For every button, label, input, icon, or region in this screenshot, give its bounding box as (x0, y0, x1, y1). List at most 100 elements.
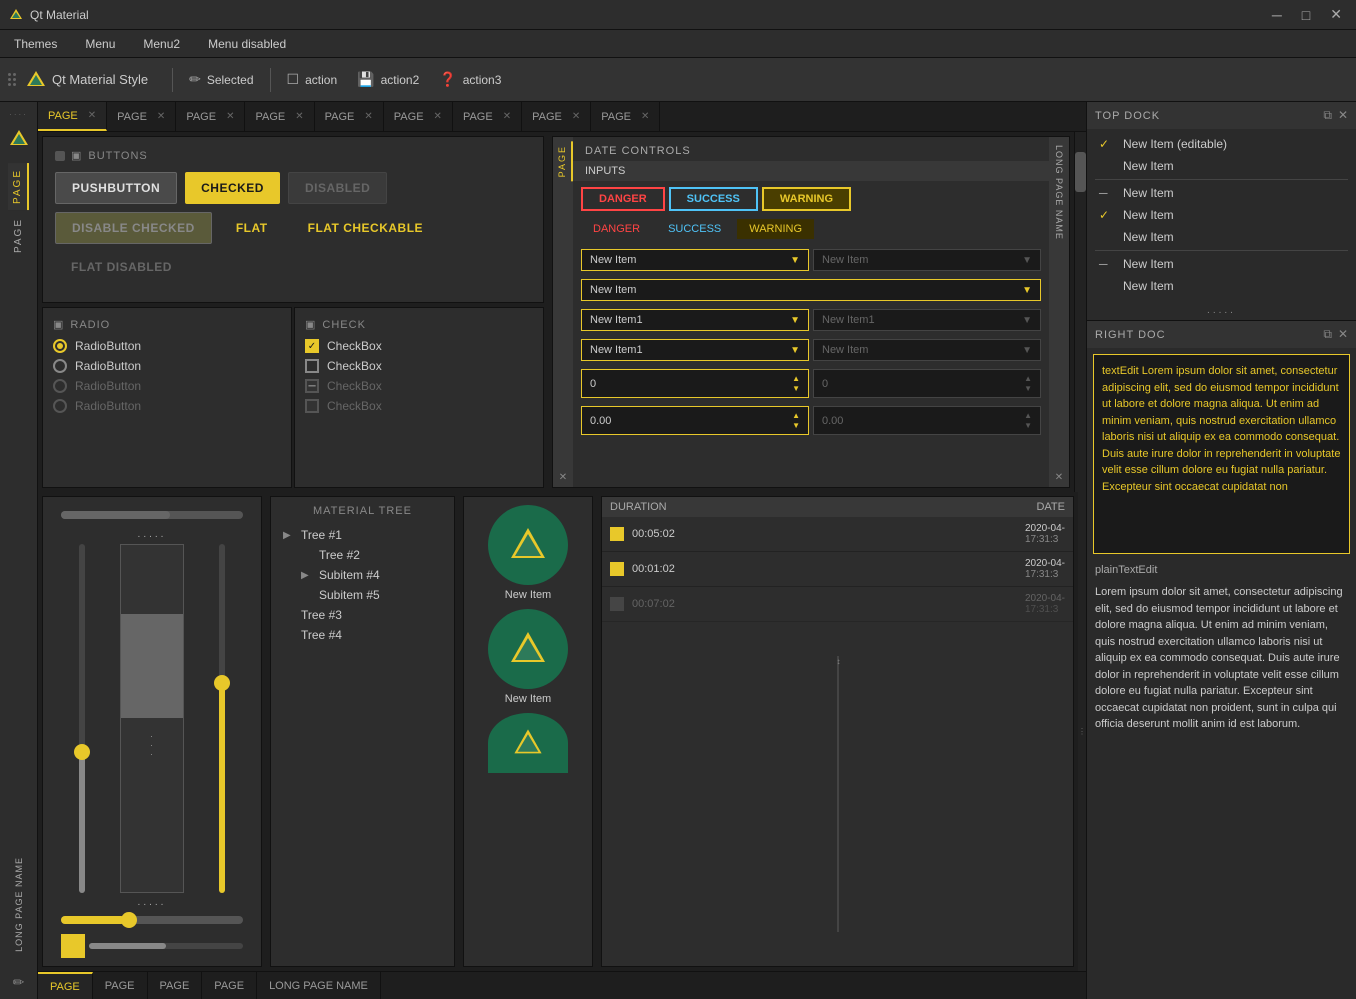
top-scrollbar-thumb[interactable] (1075, 152, 1086, 192)
spinbox-1-up[interactable]: ▲ (792, 374, 800, 384)
resize-handle-v[interactable]: ↕ (837, 656, 839, 931)
menu-menu[interactable]: Menu (79, 33, 121, 55)
toolbar-action-action[interactable]: ☐ action (279, 67, 346, 92)
combo-3[interactable]: New Item1 ▼ (581, 309, 809, 331)
menu-themes[interactable]: Themes (8, 33, 63, 55)
tab-page-4[interactable]: PAGE ✕ (245, 102, 314, 131)
icon-card-3[interactable] (488, 713, 568, 773)
date-vtab-long-label[interactable]: LONG PAGE NAME (1050, 141, 1068, 244)
disable-checked-button[interactable]: DISABLE CHECKED (55, 212, 212, 244)
bottom-tab-page-2[interactable]: PAGE (93, 972, 148, 999)
tree-item-5[interactable]: Tree #3 (279, 605, 446, 625)
tree-item-3[interactable]: ▶ Subitem #4 (297, 565, 446, 585)
tab-close-4[interactable]: ✕ (295, 111, 303, 122)
tree-item-6[interactable]: Tree #4 (279, 625, 446, 645)
close-button[interactable]: ✕ (1324, 4, 1348, 25)
combo-1[interactable]: New Item ▼ (581, 249, 809, 271)
duration-check-2[interactable] (610, 562, 624, 576)
toolbar-action-action3[interactable]: ❓ action3 (431, 67, 509, 92)
radio-item-1[interactable]: RadioButton (53, 339, 281, 353)
badge-success-1[interactable]: SUCCESS (669, 187, 758, 211)
tab-close-5[interactable]: ✕ (364, 111, 372, 122)
tab-page-5[interactable]: PAGE ✕ (315, 102, 384, 131)
vslider-1-track[interactable] (79, 544, 85, 893)
left-nav-edit-icon[interactable]: ✏ (4, 974, 33, 991)
duration-check-1[interactable] (610, 527, 624, 541)
badge-warning-1[interactable]: WARNING (762, 187, 851, 211)
tree-expand-1[interactable]: ▶ (283, 530, 295, 541)
color-hslider[interactable] (89, 943, 243, 949)
vslider-2-thumb[interactable] (214, 675, 230, 691)
tab-page-8[interactable]: PAGE ✕ (522, 102, 591, 131)
hslider-thumb-2[interactable] (121, 912, 137, 928)
tree-item-4[interactable]: Subitem #5 (297, 585, 446, 605)
tab-page-2[interactable]: PAGE ✕ (107, 102, 176, 131)
duration-row-1[interactable]: 00:05:02 2020-04- 17:31:3 (602, 517, 1073, 552)
tab-close-8[interactable]: ✕ (572, 111, 580, 122)
list-item-5[interactable]: New Item (1087, 226, 1356, 248)
date-vtab-page-label[interactable]: PAGE (553, 141, 573, 181)
list-item-2[interactable]: New Item (1087, 155, 1356, 177)
left-vtab-page-2[interactable]: PAGE (9, 212, 28, 259)
list-item-1[interactable]: ✓ New Item (editable) (1087, 133, 1356, 155)
bottom-tab-page-3[interactable]: PAGE (148, 972, 203, 999)
spinbox-2-btns[interactable]: ▲ ▼ (792, 411, 800, 430)
maximize-button[interactable]: □ (1296, 4, 1316, 25)
hslider-track-2[interactable] (61, 916, 243, 924)
radio-item-2[interactable]: RadioButton (53, 359, 281, 373)
left-vtab-long[interactable]: LONG PAGE NAME (10, 851, 28, 958)
resize-handle-h[interactable]: ⋮ (1078, 492, 1086, 971)
spinbox-2[interactable]: 0.00 ▲ ▼ (581, 406, 809, 435)
flat-checkable-button[interactable]: FLAT CHECKABLE (292, 212, 439, 244)
bottom-tab-long[interactable]: LONG PAGE NAME (257, 972, 381, 999)
checkbox-1[interactable]: ✓ (305, 339, 319, 353)
checkbox-2[interactable] (305, 359, 319, 373)
tab-close-7[interactable]: ✕ (503, 111, 511, 122)
bottom-tab-page-1[interactable]: PAGE (38, 972, 93, 999)
minimize-button[interactable]: ─ (1266, 4, 1288, 25)
left-vtab-page-1[interactable]: PAGE (8, 163, 29, 210)
tab-close-6[interactable]: ✕ (434, 111, 442, 122)
doc-close-icon[interactable]: ✕ (1338, 327, 1348, 342)
vslider-1-thumb[interactable] (74, 744, 90, 760)
tab-close-1[interactable]: ✕ (88, 110, 96, 121)
tab-page-6[interactable]: PAGE ✕ (384, 102, 453, 131)
text-edit-area[interactable]: textEdit Lorem ipsum dolor sit amet, con… (1093, 354, 1350, 554)
radio-circle-2[interactable] (53, 359, 67, 373)
doc-float-icon[interactable]: ⧉ (1323, 327, 1332, 342)
icon-card-1[interactable] (488, 505, 568, 585)
bottom-tab-page-4[interactable]: PAGE (202, 972, 257, 999)
spinbox-1[interactable]: 0 ▲ ▼ (581, 369, 809, 398)
list-item-3[interactable]: ─ New Item (1087, 182, 1356, 204)
plain-text-area[interactable]: Lorem ipsum dolor sit amet, consectetur … (1087, 580, 1356, 737)
icon-card-2[interactable] (488, 609, 568, 689)
tree-item-1[interactable]: ▶ Tree #1 (279, 525, 446, 545)
vscroll-1-thumb[interactable] (121, 614, 182, 718)
vslider-2-track[interactable] (219, 544, 225, 893)
tree-item-2[interactable]: Tree #2 (297, 545, 446, 565)
date-vtab-close-bottom[interactable]: ✕ (1055, 472, 1063, 483)
checked-button[interactable]: CHECKED (185, 172, 280, 204)
tab-page-9[interactable]: PAGE ✕ (591, 102, 660, 131)
tab-close-2[interactable]: ✕ (157, 111, 165, 122)
duration-row-2[interactable]: 00:01:02 2020-04- 17:31:3 (602, 552, 1073, 587)
list-item-7[interactable]: New Item (1087, 275, 1356, 297)
hslider-track-1[interactable] (61, 511, 243, 519)
vscroll-1[interactable]: ··· (120, 544, 183, 893)
menu-disabled[interactable]: Menu disabled (202, 33, 292, 55)
spinbox-2-down[interactable]: ▼ (792, 421, 800, 431)
list-item-6[interactable]: ─ New Item (1087, 253, 1356, 275)
text-edit-content[interactable]: textEdit Lorem ipsum dolor sit amet, con… (1102, 365, 1340, 493)
tab-page-7[interactable]: PAGE ✕ (453, 102, 522, 131)
dock-close-icon[interactable]: ✕ (1338, 108, 1348, 123)
radio-circle-1[interactable] (53, 339, 67, 353)
badge-danger-1[interactable]: DANGER (581, 187, 665, 211)
pushbutton[interactable]: PUSHBUTTON (55, 172, 177, 204)
tab-page-1[interactable]: PAGE ✕ (38, 102, 107, 131)
top-scrollbar[interactable] (1074, 132, 1086, 492)
tab-page-3[interactable]: PAGE ✕ (176, 102, 245, 131)
check-item-1[interactable]: ✓ CheckBox (305, 339, 533, 353)
spinbox-1-btns[interactable]: ▲ ▼ (792, 374, 800, 393)
tree-expand-3[interactable]: ▶ (301, 570, 313, 581)
toolbar-action-selected[interactable]: ✏ Selected (181, 67, 261, 92)
